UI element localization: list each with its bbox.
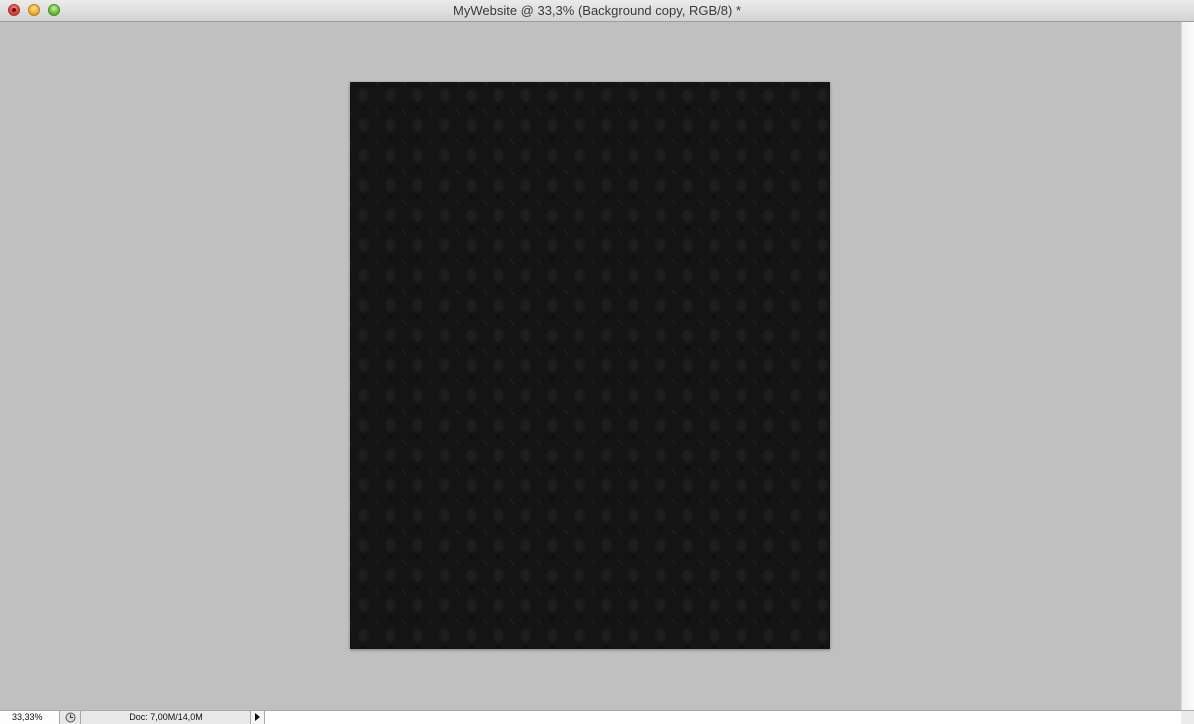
- resize-corner[interactable]: [1181, 711, 1194, 724]
- timer-icon[interactable]: [61, 711, 81, 724]
- document-size-info: Doc: 7,00M/14,0M: [129, 712, 203, 722]
- status-menu-triangle-right-icon[interactable]: [250, 711, 265, 724]
- status-bar: 33,33% Doc: 7,00M/14,0M: [0, 710, 1194, 724]
- title-bar[interactable]: MyWebsite @ 33,3% (Background copy, RGB/…: [0, 0, 1194, 22]
- canvas-workspace[interactable]: [0, 22, 1181, 710]
- vertical-scrollbar[interactable]: [1181, 22, 1194, 710]
- window-title: MyWebsite @ 33,3% (Background copy, RGB/…: [453, 3, 741, 18]
- status-bar-spacer: [265, 711, 1181, 724]
- document-canvas[interactable]: [350, 82, 830, 649]
- photoshop-document-window: MyWebsite @ 33,3% (Background copy, RGB/…: [0, 0, 1194, 724]
- zoom-level-field[interactable]: 33,33%: [0, 711, 60, 724]
